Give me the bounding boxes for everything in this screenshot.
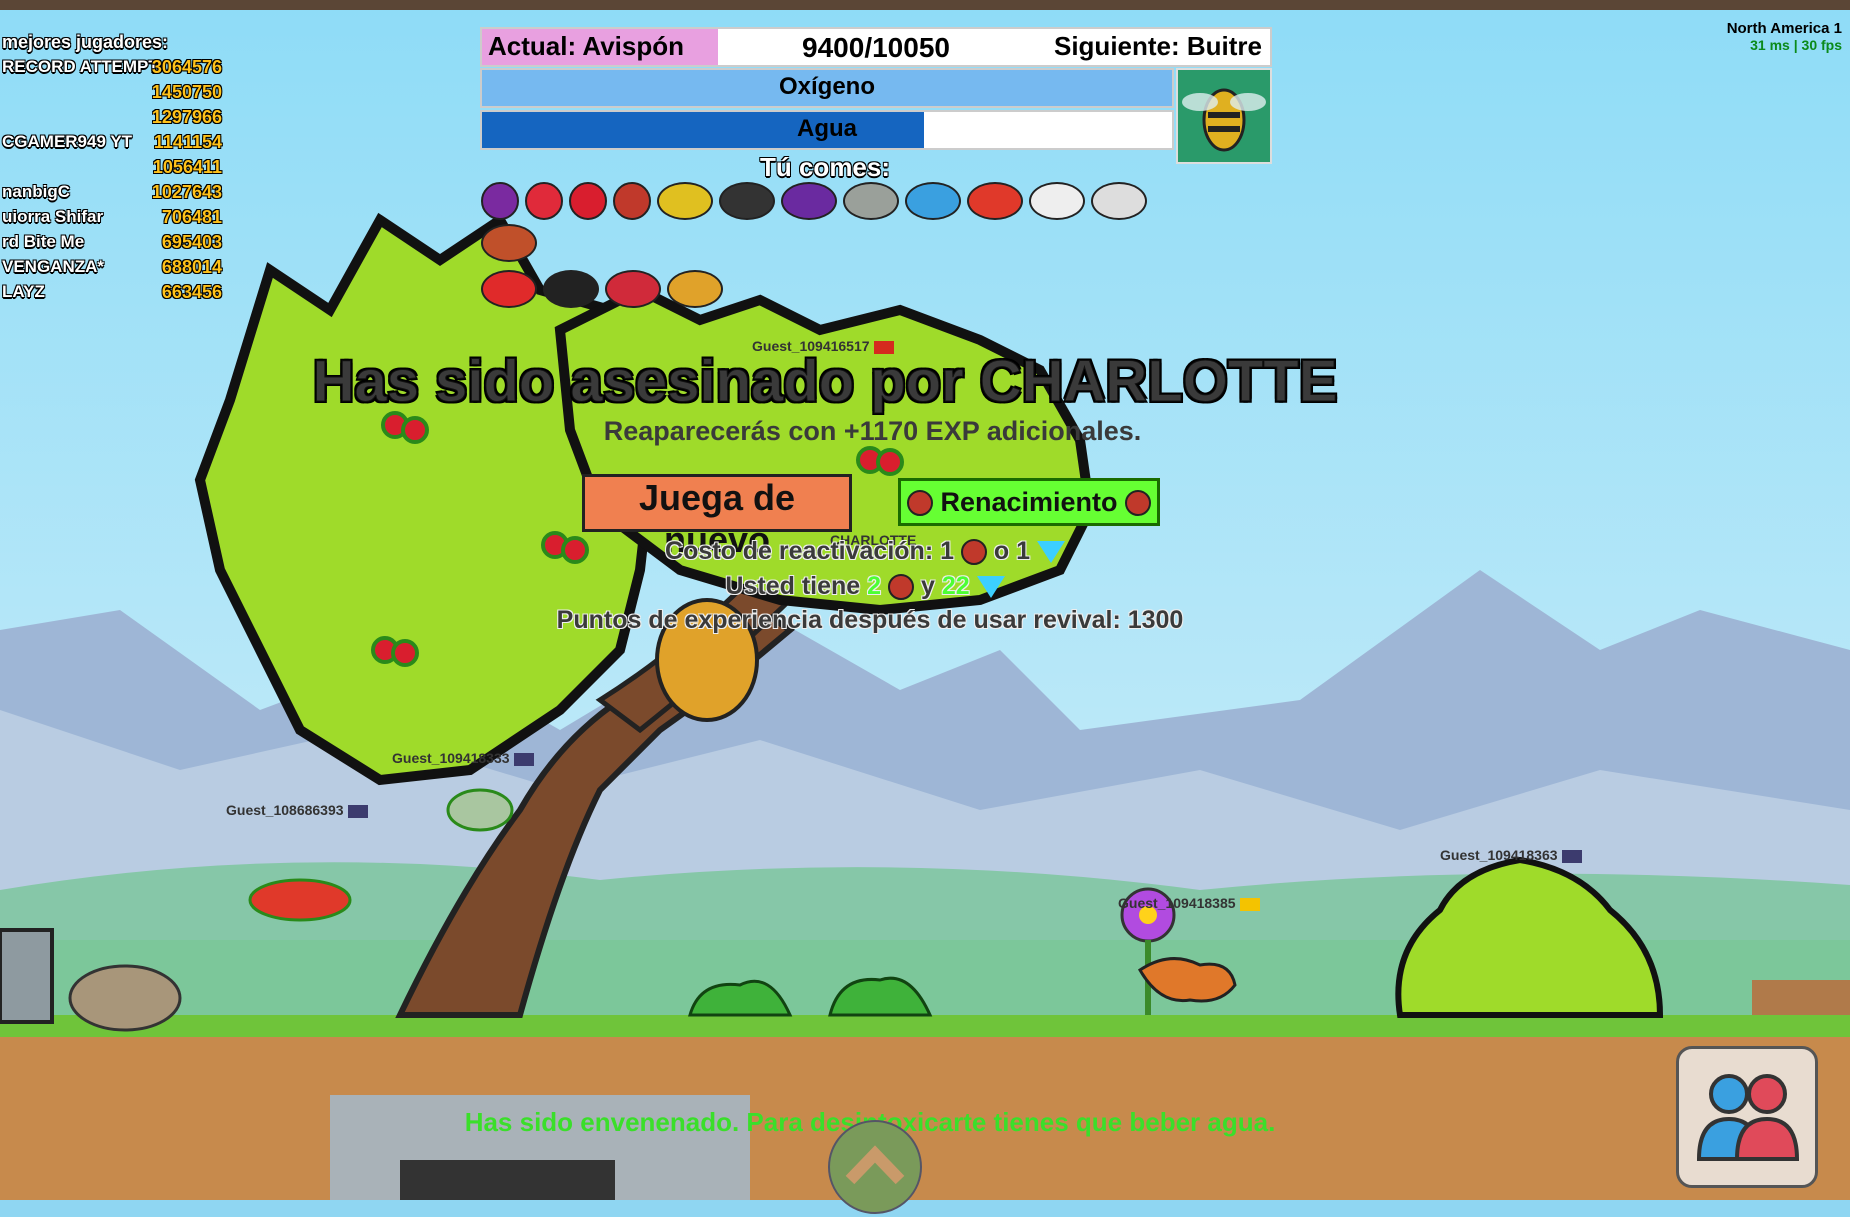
leaderboard-title: mejores jugadores: [2, 32, 169, 52]
exp-after-revive: Puntos de experiencia después de usar re… [556, 606, 1184, 634]
leaderboard-row: uiorra Shifar 706481 [0, 207, 226, 232]
player-score: 688014 [161, 257, 222, 277]
leaderboard-row: VENGANZA* 688014 [0, 257, 226, 282]
strawberry-icon [525, 182, 563, 220]
leaderboard-row: nanbigC 1027643 [0, 182, 226, 207]
next-animal: Siguiente: Buitre [1053, 31, 1262, 61]
player-score: 1450750 [151, 82, 222, 102]
dark-hole [400, 1160, 615, 1200]
respawn-message: Reaparecerás con +1170 EXP adicionales. [603, 416, 1142, 446]
flag-icon [1561, 849, 1582, 863]
social-button[interactable] [1676, 1046, 1818, 1188]
player-score: 695403 [161, 232, 222, 252]
player-name: nanbigC [2, 182, 70, 201]
next-animal-icon [1176, 68, 1272, 164]
player-score: 1027643 [151, 182, 222, 202]
flag-icon [513, 752, 534, 766]
chicken-icon [481, 224, 537, 262]
player-name: uiorra Shifar [2, 207, 104, 226]
player-tag-name: Guest_109418363 [1440, 847, 1558, 863]
killed-message: Has sido asesinado por CHARLOTTE [312, 349, 1338, 415]
leaderboard-row: LAYZ 663456 [0, 282, 226, 307]
player-tag: Guest_109418363 [1440, 847, 1582, 863]
play-again-button[interactable]: Juega de nuevo [582, 474, 852, 560]
heart-icon [906, 490, 933, 517]
player-name: VENGANZA* [2, 257, 105, 276]
have-prefix: Usted tiene [725, 572, 861, 600]
penguin-icon [543, 270, 599, 308]
gem-icon [976, 576, 1005, 599]
heart-icon [1125, 490, 1152, 517]
player-tag-name: Guest_109418385 [1118, 895, 1236, 911]
bee-icon [657, 182, 713, 220]
pigeon-icon [843, 182, 899, 220]
player-score: 663456 [161, 282, 222, 302]
player-name: LAYZ [2, 282, 45, 301]
leaderboard-row: rd Bite Me 695403 [0, 232, 226, 257]
gems-count: 22 [941, 572, 970, 600]
fence [1752, 980, 1850, 1015]
player-tag: Guest_109418385 [1118, 895, 1260, 911]
stork-icon [1091, 182, 1147, 220]
heart-icon [888, 574, 914, 601]
chevron-up-icon [845, 1145, 905, 1185]
macaw-icon [967, 182, 1023, 220]
bluebird-icon [905, 182, 961, 220]
gem-icon [1036, 541, 1065, 564]
oxygen-bar: Oxígeno [480, 68, 1174, 108]
player-score: 706481 [161, 207, 222, 227]
player-name: RECORD ATTEMPT [2, 57, 159, 76]
player-score: 1141154 [153, 132, 222, 152]
server-name: North America 1 [1726, 20, 1842, 37]
pigeon-player [446, 788, 514, 832]
flag-icon [347, 804, 368, 818]
player-tag-name: Guest_108686393 [226, 802, 344, 818]
revive-cost: Costo de reactivación: 1 o 1 [0, 537, 1730, 566]
water-bar: Agua [480, 110, 1174, 150]
water-label: Agua [797, 115, 857, 142]
have-and: y [920, 572, 935, 600]
mosquito-icon [719, 182, 775, 220]
currency-owned: Usted tiene 2 y 22 [0, 572, 1730, 601]
hearts-count: 2 [867, 572, 882, 600]
cost-mid: o 1 [993, 537, 1031, 565]
redbird-icon [481, 270, 537, 308]
player-score: 1297966 [151, 107, 222, 127]
eggplant-icon [481, 182, 519, 220]
server-info: North America 1 31 ms | 30 fps [1727, 20, 1842, 53]
macaw-player [248, 878, 352, 922]
cost-prefix: Costo de reactivación: 1 [665, 537, 954, 565]
leaderboard-row: 1450750 [0, 82, 226, 107]
heart-icon [960, 539, 987, 566]
xp-bar: Actual: Avispón 9400/10050 Siguiente: Bu… [480, 27, 1272, 67]
rock [68, 964, 182, 1032]
woodpecker-icon [613, 182, 651, 220]
oxygen-label: Oxígeno [778, 73, 875, 100]
flag-icon [1239, 897, 1260, 911]
leaderboard-row: RECORD ATTEMPT 3064576 [0, 57, 226, 82]
player-tag: Guest_109418333 [392, 750, 534, 766]
player-score: 3064576 [151, 57, 222, 77]
tombstone [0, 928, 54, 1024]
revive-label: Renacimiento [940, 486, 1118, 517]
top-border [0, 0, 1850, 10]
cherry-icon [569, 182, 607, 220]
player-tag: Guest_108686393 [226, 802, 368, 818]
revive-button[interactable]: Renacimiento [898, 478, 1160, 526]
eats-list [478, 180, 1178, 310]
eats-title: Tú comes: [759, 152, 891, 182]
cardinal-icon [605, 270, 661, 308]
beehive-icon [667, 270, 723, 308]
leaderboard-row: 1297966 [0, 107, 226, 132]
grass-strip [0, 1015, 1850, 1037]
seagull-icon [1029, 182, 1085, 220]
server-stats: 31 ms | 30 fps [1750, 37, 1842, 53]
player-tag-name: Guest_109418333 [392, 750, 510, 766]
fly-icon [781, 182, 837, 220]
player-name: rd Bite Me [2, 232, 85, 251]
people-icon [1696, 1074, 1800, 1161]
player-name: CGAMER949 YT [2, 132, 133, 151]
